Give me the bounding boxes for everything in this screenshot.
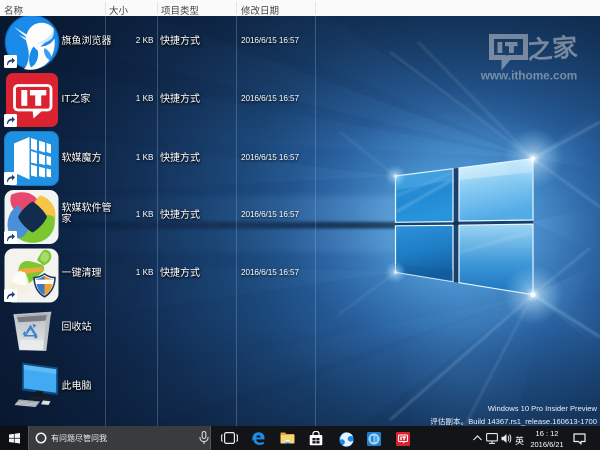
- svg-text:之家: 之家: [526, 33, 578, 65]
- svg-text:www.ithome.com: www.ithome.com: [480, 69, 577, 83]
